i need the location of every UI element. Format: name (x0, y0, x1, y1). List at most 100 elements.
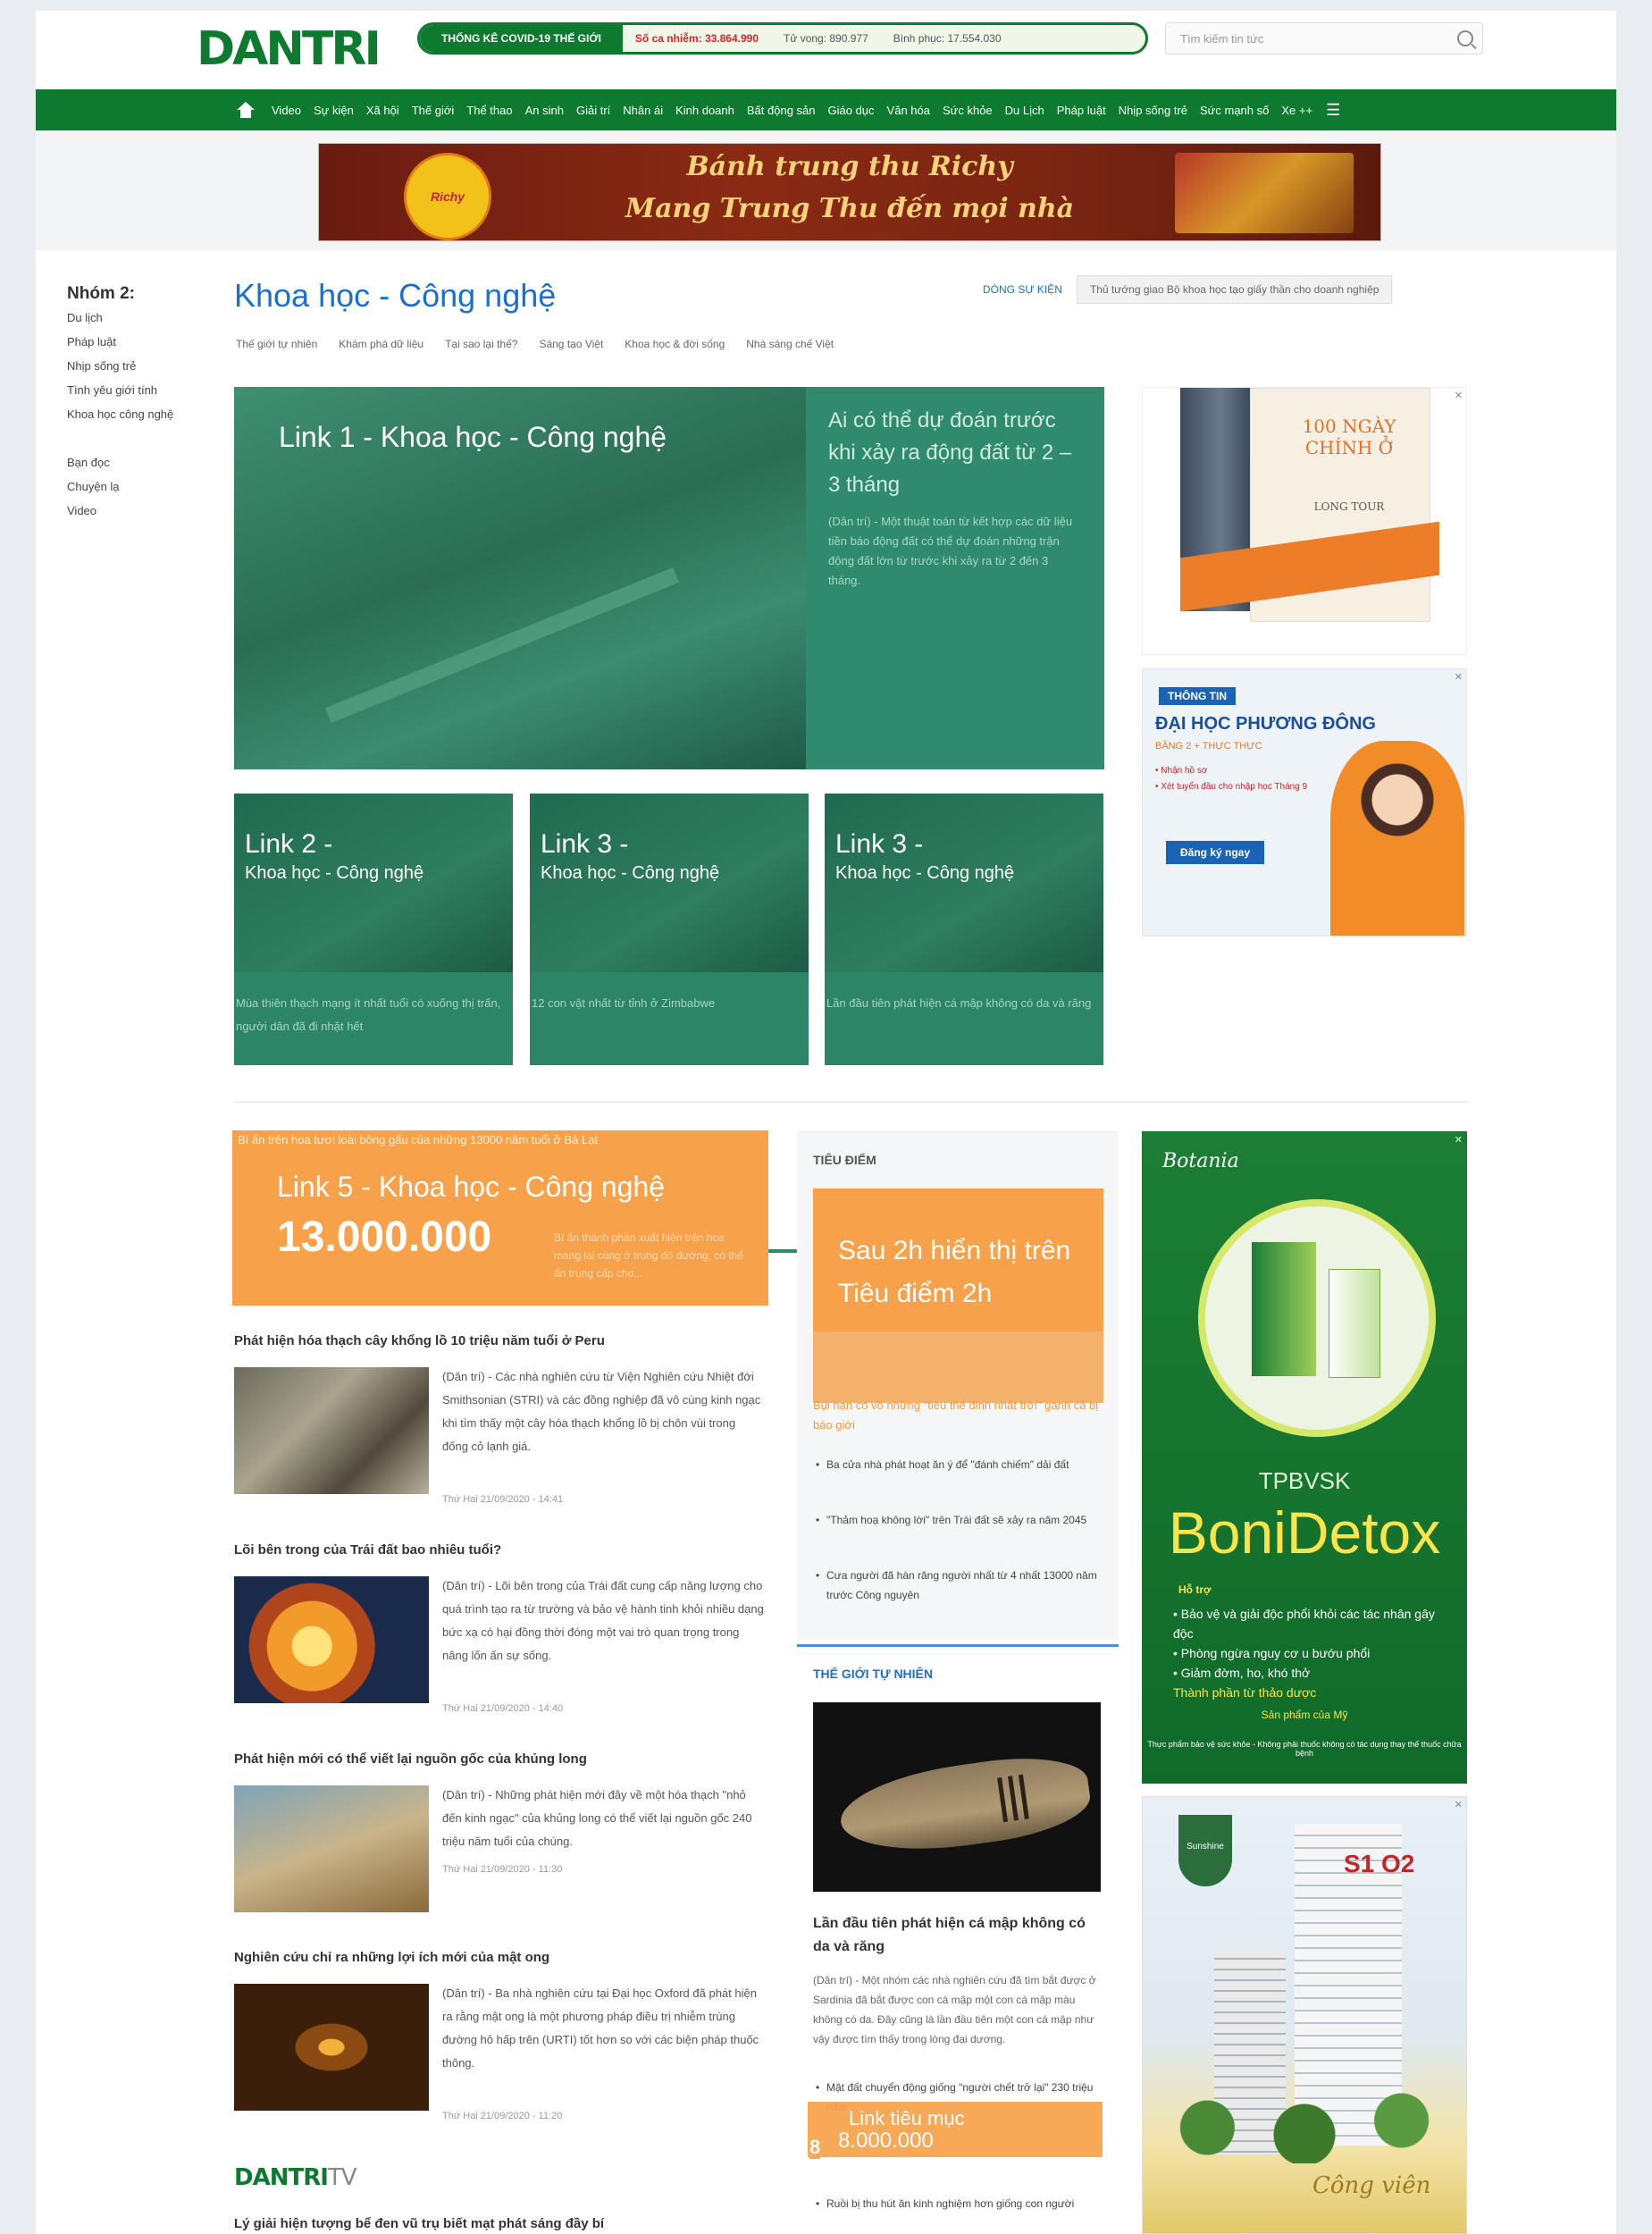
sidebar-item-khcn[interactable]: Khoa học công nghệ (67, 402, 173, 426)
nav-item-van-hoa[interactable]: Văn hóa (881, 104, 936, 117)
sidebar-item-phap-luat[interactable]: Pháp luật (67, 330, 173, 354)
ad-university[interactable]: ✕ THÔNG TIN ĐẠI HỌC PHƯƠNG ĐÔNG BĂNG 2 +… (1142, 668, 1467, 936)
nav-item-giao-duc[interactable]: Giáo dục (822, 104, 881, 117)
top-banner-ad[interactable]: Richy Bánh trung thu Richy Mang Trung Th… (318, 143, 1381, 241)
card-title[interactable]: Mùa thiên thạch mạng ít nhất tuổi có xuố… (236, 992, 504, 1038)
subcat-kham-pha[interactable]: Khám phá dữ liệu (339, 338, 423, 350)
nav-item-an-sinh[interactable]: An sinh (519, 104, 570, 117)
nav-item-the-thao[interactable]: Thể thao (460, 104, 518, 117)
section-divider (234, 1101, 1471, 1103)
sidebar-item-video[interactable]: Video (67, 499, 173, 523)
sidebar-item-ban-doc[interactable]: Bạn đọc (67, 450, 173, 475)
ad-bonidetox[interactable]: ✕ Botania TPBVSK BoniDetox Hỗ trợ • Bảo … (1142, 1131, 1467, 1784)
sidebar-item-chuyen-la[interactable]: Chuyện lạ (67, 475, 173, 499)
promo-link-block[interactable]: Bí ẩn trên hoa tươi loài bông gấu của nh… (232, 1130, 768, 1306)
nav-item-nhip-song-tre[interactable]: Nhịp sống trẻ (1112, 104, 1194, 117)
event-topic-link[interactable]: Thủ tướng giao Bộ khoa học tạo giấy thần… (1076, 275, 1393, 304)
promo-top-text: Bí ẩn trên hoa tươi loài bông gấu của nh… (238, 1133, 599, 1146)
sidebar-item-tinh-yeu[interactable]: Tình yêu giới tính (67, 378, 173, 402)
the-gioi-heading[interactable]: THẾ GIỚI TỰ NHIÊN (813, 1667, 933, 1681)
ad-close-icon[interactable]: ✕ (1455, 1799, 1463, 1810)
article-card[interactable]: Link 3 - Khoa học - Công nghệ 12 con vật… (530, 794, 809, 1065)
article-thumbnail[interactable] (234, 1576, 429, 1703)
subcat-tai-sao[interactable]: Tại sao lại thế? (445, 338, 517, 350)
card-title[interactable]: Lần đầu tiên phát hiện cá mập không có d… (826, 992, 1094, 1015)
shark-body (835, 1747, 1094, 1863)
subcat-the-gioi-tu-nhien[interactable]: Thế giới tự nhiên (236, 338, 317, 350)
left-sidebar: Nhóm 2: Du lịch Pháp luật Nhịp sống trẻ … (67, 281, 173, 523)
nav-item-du-lich[interactable]: Du Lịch (999, 104, 1051, 117)
nav-item-suc-khoe[interactable]: Sức khỏe (936, 104, 999, 117)
main-nav: Video Sự kiện Xã hội Thế giới Thể thao A… (36, 89, 1616, 130)
the-gioi-title[interactable]: Lần đầu tiên phát hiện cá mập không có d… (813, 1912, 1099, 1959)
covid-stats-bar[interactable]: THỐNG KÊ COVID-19 THẾ GIỚI Số ca nhiễm: … (417, 22, 1148, 55)
article-title[interactable]: Phát hiện hóa thạch cây khổng lồ 10 triệ… (234, 1333, 605, 1348)
sidebar-item-du-lich[interactable]: Du lịch (67, 306, 173, 330)
shark-image[interactable] (813, 1702, 1101, 1892)
home-icon[interactable] (237, 102, 255, 118)
list-item[interactable]: "Thảm hoạ không lời" trên Trái đất sẽ xả… (816, 1510, 1099, 1530)
subcategory-list: Thế giới tự nhiên Khám phá dữ liệu Tại s… (236, 338, 834, 350)
featured-label: Link 1 - Khoa học - Công nghệ (279, 421, 667, 453)
card-title[interactable]: 12 con vật nhất từ tỉnh ở Zimbabwe (532, 992, 800, 1015)
nav-item-bat-dong-san[interactable]: Bất động sản (741, 104, 822, 117)
list-item[interactable]: Ruồi bị thu hút ăn kinh nghiệm hơn giống… (816, 2194, 1099, 2213)
article-desc: (Dân trí) - Ba nhà nghiên cứu tại Đại họ… (442, 1986, 759, 2070)
nav-item-giai-tri[interactable]: Giải trí (570, 104, 616, 117)
nav-item-video[interactable]: Video (265, 104, 307, 117)
featured-article[interactable]: Link 1 - Khoa học - Công nghệ Ai có thể … (234, 387, 1104, 769)
ad-realestate-book[interactable]: ✕ 100 NGÀY CHÍNH Ở LONG TOUR (1142, 387, 1467, 655)
sidebar-item-nhip-song-tre[interactable]: Nhịp sống trẻ (67, 354, 173, 378)
ad-close-icon[interactable]: ✕ (1455, 1134, 1463, 1146)
search-icon[interactable] (1457, 30, 1473, 46)
site-logo[interactable]: DANTRI (197, 22, 382, 76)
article-title[interactable]: Lõi bên trong của Trái đất bao nhiêu tuổ… (234, 1542, 501, 1558)
stats-infected: Số ca nhiễm: 33.864.990 (634, 32, 759, 45)
article-title[interactable]: Phát hiện mới có thể viết lại nguồn gốc … (234, 1751, 587, 1767)
nav-item-more[interactable]: Xe ++ (1275, 104, 1319, 117)
register-button[interactable]: Đăng ký ngay (1166, 841, 1265, 864)
dantri-tv-logo-text: DANTRI (234, 2164, 329, 2191)
event-stream-link[interactable]: DÒNG SỰ KIỆN (983, 283, 1062, 296)
article-card[interactable]: Link 2 - Khoa học - Công nghệ Mùa thiên … (234, 794, 513, 1065)
list-item[interactable]: Cưa người đã hàn răng người nhất từ 4 nh… (816, 1566, 1099, 1605)
link-tieu-muc-price: 8.000.000 (838, 2129, 934, 2153)
featured-title[interactable]: Ai có thể dự đoán trước khi xảy ra động … (828, 405, 1087, 501)
park-label: Công viên (1312, 2172, 1431, 2199)
subcat-nha-sang-che[interactable]: Nhà sáng chế Việt (746, 338, 834, 350)
nav-item-kinh-doanh[interactable]: Kinh doanh (669, 104, 741, 117)
nav-item-nhan-ai[interactable]: Nhân ái (616, 104, 669, 117)
search-input[interactable]: Tìm kiếm tin tức (1165, 22, 1483, 55)
nav-item-su-kien[interactable]: Sự kiện (307, 104, 360, 117)
ad-close-icon[interactable]: ✕ (1455, 671, 1463, 683)
number-badge: 8 (809, 2136, 821, 2159)
ad-close-icon[interactable]: ✕ (1455, 390, 1463, 401)
ad-apartment[interactable]: ✕ Sunshine S1 O2 Công viên (1142, 1796, 1467, 2234)
subcat-sang-tao[interactable]: Sáng tạo Việt (539, 338, 603, 350)
article-thumbnail[interactable] (234, 1785, 429, 1912)
category-title[interactable]: Khoa học - Công nghệ (234, 277, 556, 315)
student-photo (1330, 741, 1464, 936)
tv-headline[interactable]: Lý giải hiện tượng bể đen vũ trụ biết mạ… (234, 2216, 604, 2231)
nav-item-suc-manh-so[interactable]: Sức mạnh số (1194, 104, 1275, 117)
article-thumbnail[interactable] (234, 1984, 429, 2111)
tieu-diem-title[interactable]: Bụi hạn có vô những "tiêu thể đỉnh nhất … (813, 1396, 1099, 1435)
dantri-tv-suffix: TV (327, 2164, 357, 2191)
article-desc: (Dân trí) - Lõi bên trong của Trái đất c… (442, 1579, 764, 1662)
list-item[interactable]: Ba cửa nhà phát hoạt ăn ý để "đánh chiếm… (816, 1455, 1099, 1474)
nav-item-phap-luat[interactable]: Pháp luật (1051, 104, 1112, 117)
link-tieu-muc-block[interactable]: Link tiêu mục 8.000.000 8 (808, 2102, 1103, 2159)
hamburger-icon[interactable]: ☰ (1326, 101, 1340, 120)
subcat-khoa-hoc-doi-song[interactable]: Khoa học & đời sống (625, 338, 725, 350)
stats-recovered: Bình phục: 17.554.030 (893, 32, 1002, 45)
article-thumbnail[interactable] (234, 1367, 429, 1494)
nav-item-xa-hoi[interactable]: Xã hội (360, 104, 406, 117)
tieu-diem-image[interactable]: Sau 2h hiển thị trên Tiêu điểm 2h (813, 1188, 1103, 1403)
article-title[interactable]: Nghiên cứu chỉ ra những lợi ích mới của … (234, 1950, 549, 1965)
featured-desc: (Dân trí) - Một thuật toán từ kết hợp cá… (828, 515, 1073, 587)
search-placeholder: Tìm kiếm tin tức (1180, 31, 1264, 46)
article-card[interactable]: Link 3 - Khoa học - Công nghệ Lần đầu ti… (825, 794, 1103, 1065)
nav-item-the-gioi[interactable]: Thế giới (406, 104, 461, 117)
ad-university-sub: BĂNG 2 + THỰC THỰC (1155, 741, 1262, 752)
dantri-tv-logo[interactable]: DANTRITV (234, 2164, 357, 2191)
